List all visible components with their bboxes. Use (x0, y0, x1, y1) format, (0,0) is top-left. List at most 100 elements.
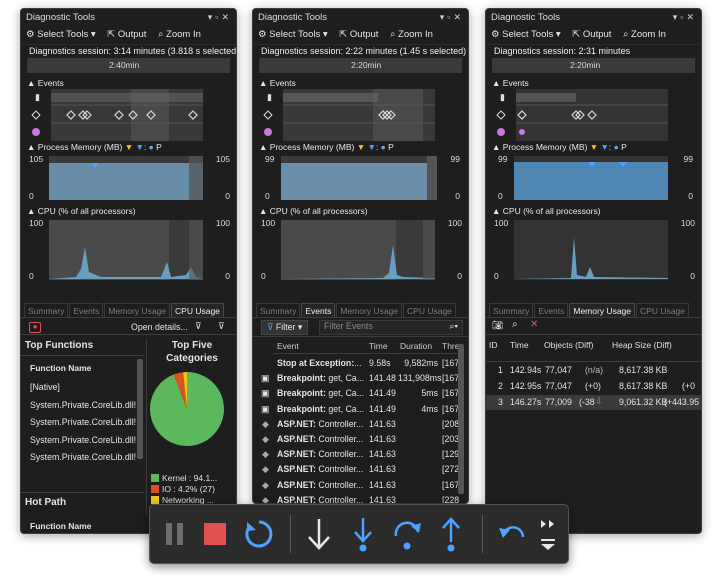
tab-cpu-usage[interactable]: CPU Usage (403, 303, 456, 318)
events-section-header[interactable]: ▲ Events (486, 77, 701, 89)
event-row[interactable]: ASP.NET: Controller... (277, 480, 363, 490)
snapshot-column-header[interactable]: Objects (Diff) (544, 340, 593, 350)
events-section-header[interactable]: ▲ Events (253, 77, 468, 89)
step-over-button[interactable] (388, 515, 426, 553)
arrow-down-icon (308, 519, 330, 550)
select-tools-button[interactable]: ⚙ Select Tools ▾ (26, 29, 96, 40)
tab-summary[interactable]: Summary (24, 303, 69, 318)
stop-button[interactable] (196, 515, 234, 553)
snapshot-objects-link[interactable]: 77,047 (545, 381, 572, 391)
snapshot-column-header[interactable]: Time (510, 340, 529, 350)
event-row[interactable]: ASP.NET: Controller... (277, 434, 363, 444)
cpu-graph[interactable]: 100 100 0 0 (486, 217, 701, 283)
scrollbar[interactable] (137, 359, 143, 459)
record-cpu-button[interactable]: ● (29, 321, 41, 333)
scrollbar[interactable] (458, 344, 464, 494)
events-section-header[interactable]: ▲ Events (21, 77, 236, 89)
delete-icon[interactable]: ✕ (530, 319, 538, 330)
cpu-graph[interactable]: 100 100 0 0 (21, 217, 236, 283)
event-row[interactable]: Stop at Exception:... (277, 358, 362, 368)
events-track[interactable]: ▮ (486, 89, 699, 141)
output-button[interactable]: ⇱ Output (339, 29, 378, 40)
events-column-header[interactable]: Event (277, 341, 299, 351)
close-icon[interactable]: ✕ (221, 12, 232, 22)
event-row[interactable]: ASP.NET: Controller... (277, 449, 363, 459)
event-thread: [167 (442, 388, 460, 399)
open-details-link[interactable]: Open details... (131, 322, 188, 332)
cpu-graph[interactable]: 100 100 0 0 (253, 217, 468, 283)
tab-memory-usage[interactable]: Memory Usage (104, 303, 171, 318)
snapshot-column-header[interactable]: Heap Size (Diff) (612, 340, 672, 350)
filter-icon[interactable]: ⊽ (195, 321, 201, 332)
event-row[interactable]: Breakpoint: get, Ca... (277, 373, 364, 383)
tab-summary[interactable]: Summary (256, 303, 301, 318)
function-item[interactable]: System.Private.CoreLib.dll! (30, 400, 136, 410)
select-tools-button[interactable]: ⚙ Select Tools ▾ (491, 29, 561, 40)
memory-section-header[interactable]: ▲ Process Memory (MB) ▼ ▼: ● P (21, 141, 236, 153)
timeline-ruler[interactable]: 2:40min (27, 58, 230, 73)
output-button[interactable]: ⇱ Output (107, 29, 146, 40)
toolbar-overflow[interactable] (538, 515, 560, 553)
filter-dropdown[interactable]: ⊽ Filter ▾ (261, 320, 309, 335)
tab-cpu-usage[interactable]: CPU Usage (171, 303, 224, 318)
tab-events[interactable]: Events (534, 303, 569, 318)
events-track[interactable]: ▮ (253, 89, 466, 141)
snapshot-objects-diff[interactable]: (+0) (585, 381, 601, 391)
step-into-button[interactable] (300, 515, 338, 553)
event-row[interactable]: ASP.NET: Controller... (277, 464, 363, 474)
tab-events[interactable]: Events (69, 303, 104, 318)
events-column-header[interactable]: Thre (442, 341, 459, 351)
event-thread: [228 (442, 494, 460, 504)
events-column-header[interactable]: Duration (400, 341, 432, 351)
tab-summary[interactable]: Summary (489, 303, 534, 318)
timeline-ruler[interactable]: 2:20min (492, 58, 695, 73)
memory-graph[interactable]: 105 105 0 0 (21, 153, 236, 201)
event-row[interactable]: Breakpoint: get, Ca... (277, 404, 364, 414)
zoom-in-button[interactable]: ⌕ Zoom In (158, 29, 201, 40)
cpu-section-header[interactable]: ▲ CPU (% of all processors) (486, 205, 701, 217)
tab-memory-usage[interactable]: Memory Usage (336, 303, 403, 318)
filter-options-icon[interactable]: ⊽ (218, 321, 224, 332)
function-item[interactable]: [Native] (30, 382, 60, 392)
zoom-in-button[interactable]: ⌕ Zoom In (623, 29, 666, 40)
step-out-icon (442, 517, 460, 552)
cpu-section-header[interactable]: ▲ CPU (% of all processors) (253, 205, 468, 217)
snapshot-heap-link[interactable]: 8,617.38 KB (619, 365, 667, 375)
filter-events-input[interactable]: Filter Events ⌕▾ (319, 320, 463, 335)
output-button[interactable]: ⇱ Output (572, 29, 611, 40)
event-row[interactable]: Breakpoint: get, Ca... (277, 388, 364, 398)
restart-button[interactable] (240, 515, 278, 553)
search-icon[interactable]: ⌕▾ (449, 321, 458, 332)
function-item[interactable]: System.Private.CoreLib.dll! (30, 417, 136, 427)
step-back-button[interactable] (492, 515, 530, 553)
memory-section-header[interactable]: ▲ Process Memory (MB) ▼ ▼: ● P (253, 141, 468, 153)
snapshot-heap-link[interactable]: 8,617.38 KB (619, 381, 667, 391)
snapshot-heap-link[interactable]: 9,061.32 KB (619, 397, 667, 407)
tab-events[interactable]: Events (301, 303, 336, 318)
memory-section-header[interactable]: ▲ Process Memory (MB) ▼ ▼: ● P (486, 141, 701, 153)
event-row[interactable]: ASP.NET: Controller... (277, 495, 363, 503)
memory-graph[interactable]: 99 99 0 0 (486, 153, 701, 201)
tab-memory-usage[interactable]: Memory Usage (569, 303, 636, 318)
close-icon[interactable]: ✕ (453, 12, 464, 22)
function-item[interactable]: System.Private.CoreLib.dll! (30, 435, 136, 445)
zoom-in-button[interactable]: ⌕ Zoom In (390, 29, 433, 40)
pause-button[interactable] (156, 515, 194, 553)
snapshot-objects-link[interactable]: 77,047 (545, 365, 572, 375)
cpu-section-header[interactable]: ▲ CPU (% of all processors) (21, 205, 236, 217)
event-row[interactable]: ASP.NET: Controller... (277, 419, 363, 429)
take-snapshot-camera-icon[interactable]: 📷︎ (492, 320, 503, 331)
timeline-ruler[interactable]: 2:20min (259, 58, 462, 73)
function-item[interactable]: System.Private.CoreLib.dll! (30, 452, 136, 462)
snapshot-objects-link[interactable]: 77,009 (545, 397, 572, 407)
events-column-header[interactable]: Time (369, 341, 388, 351)
step-into-specific-button[interactable] (344, 515, 382, 553)
memory-graph[interactable]: 99 99 0 0 (253, 153, 468, 201)
snapshot-column-header[interactable]: ID (489, 340, 498, 350)
select-tools-button[interactable]: ⚙ Select Tools ▾ (258, 29, 328, 40)
close-icon[interactable]: ✕ (686, 12, 697, 22)
tab-cpu-usage[interactable]: CPU Usage (636, 303, 689, 318)
events-track[interactable]: ▮ (21, 89, 234, 141)
search-icon[interactable]: ⌕ (512, 319, 518, 330)
step-out-button[interactable] (432, 515, 470, 553)
